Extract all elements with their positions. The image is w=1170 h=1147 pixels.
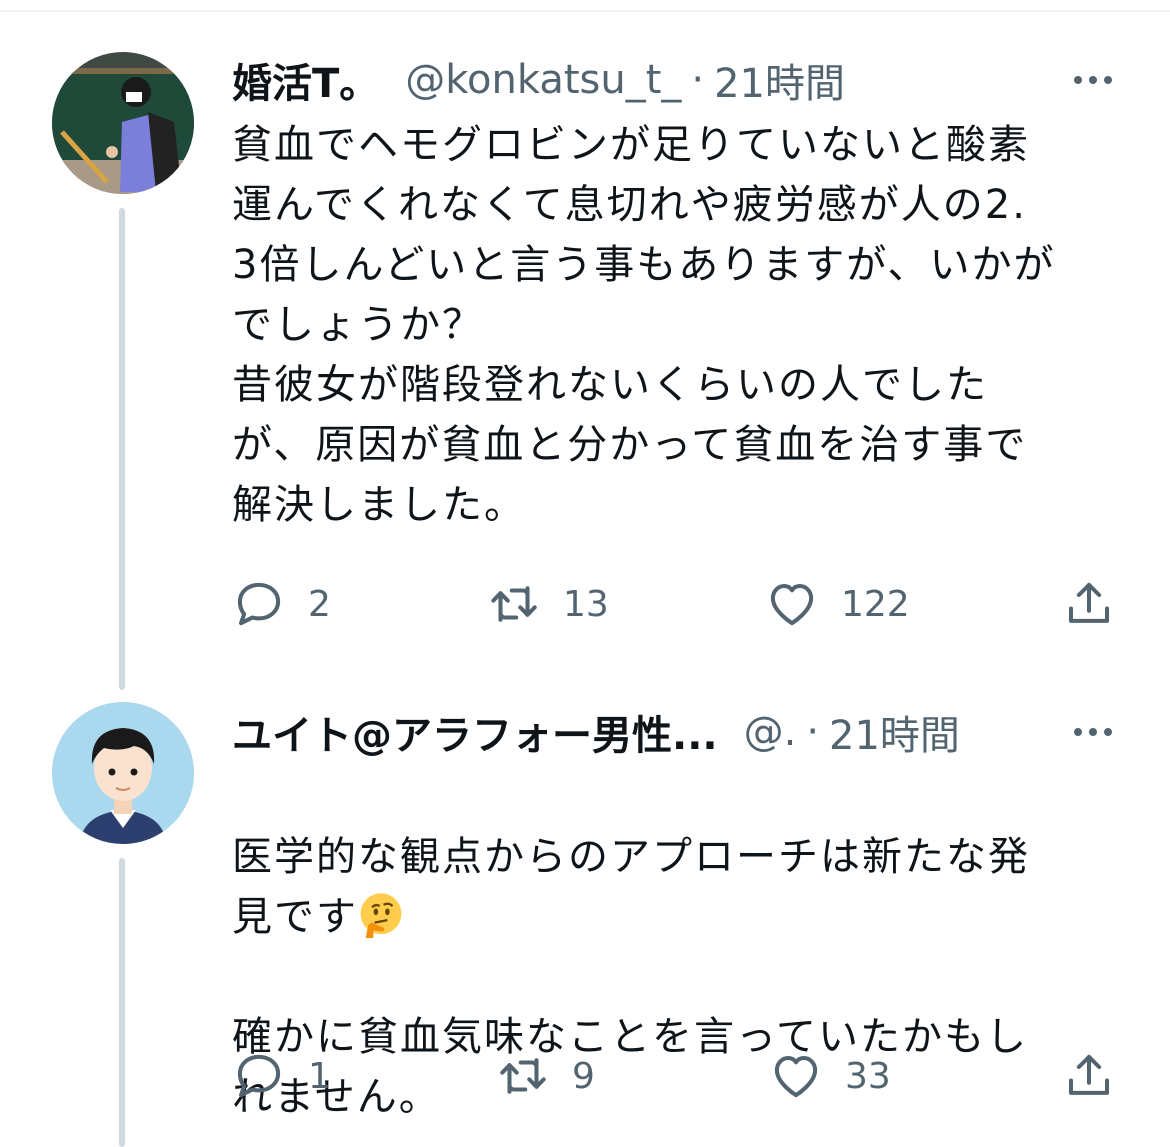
reply-button[interactable]: 1 <box>232 1046 331 1106</box>
share-icon <box>1068 1054 1110 1095</box>
user-handle[interactable]: @. <box>744 709 797 755</box>
retweet-icon <box>500 1058 546 1094</box>
tweet-header: ユイト@アラフォー男性... @. · 21時間 <box>232 702 960 762</box>
separator: · <box>806 709 820 755</box>
reply-count: 1 <box>308 1055 331 1097</box>
timestamp[interactable]: 21時間 <box>829 703 960 761</box>
retweet-button[interactable]: 9 <box>496 1046 595 1106</box>
tweet-actions: 1 9 33 <box>232 1046 1112 1106</box>
thinking-face-emoji <box>360 893 402 938</box>
thread-line <box>119 858 125 1147</box>
display-name[interactable]: ユイト@アラフォー男性... <box>232 703 718 761</box>
like-count: 33 <box>845 1055 891 1097</box>
like-button[interactable]: 33 <box>769 1046 891 1106</box>
tweet-2[interactable]: ユイト@アラフォー男性... @. · 21時間 医学的な観点からのアプローチは… <box>0 0 1170 1147</box>
tweet-text-part-1: 医学的な観点からのアプローチは新たな発 見です <box>232 834 1030 940</box>
more-options-icon[interactable] <box>1074 702 1112 762</box>
retweet-count: 9 <box>572 1055 595 1097</box>
heart-icon <box>774 1055 818 1098</box>
avatar-illustration <box>52 702 194 844</box>
reply-icon <box>237 1054 281 1098</box>
share-button[interactable] <box>1062 1046 1116 1106</box>
avatar[interactable] <box>52 702 194 844</box>
